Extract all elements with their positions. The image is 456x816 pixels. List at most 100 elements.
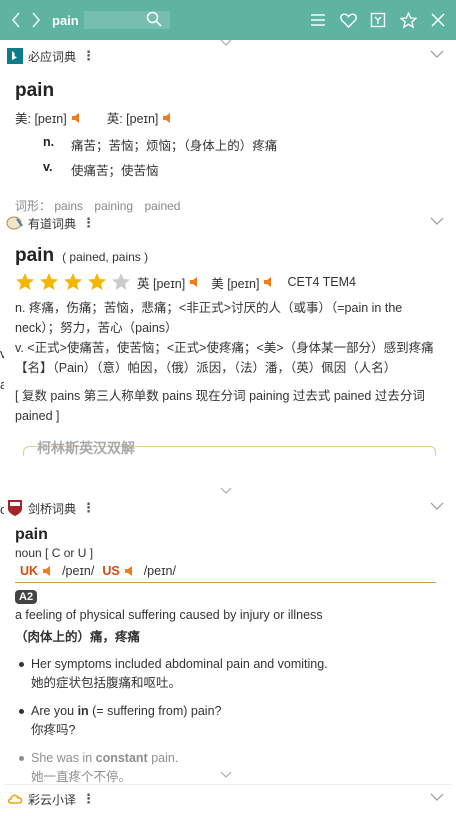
cambridge-headword: pain xyxy=(15,526,48,543)
example-keyword: constant xyxy=(95,751,148,765)
pin-button[interactable] xyxy=(398,10,418,30)
caiyun-menu-button[interactable]: ⋮ xyxy=(82,791,95,807)
caiyun-translate-section: 彩云小译 ⋮ xyxy=(4,784,452,816)
verb-definition: v. <正式>使痛苦，使苦恼；<正式>使疼痛；<美>（身体某一部分）感到疼痛 xyxy=(15,341,434,355)
inflection-forms: [ 复数 pains 第三人称单数 pains 现在分词 paining 过去式… xyxy=(15,389,425,423)
example-item: Her symptoms included abdominal pain and… xyxy=(15,655,436,693)
menu-icon xyxy=(311,14,325,26)
example-text: She was in xyxy=(31,751,96,765)
example-text: (= suffering from) pain? xyxy=(88,704,222,718)
chevron-down-icon[interactable] xyxy=(430,792,444,802)
back-icon xyxy=(11,12,20,28)
youdao-dictionary-section: 有道词典 ⋮ pain ( pained, pains ) 英 [peɪn] 美… xyxy=(4,213,452,503)
cambridge-phonetics: UK /peɪn/ US /peɪn/ xyxy=(15,564,436,583)
bing-headword: pain xyxy=(15,80,55,101)
chevron-down-icon[interactable] xyxy=(430,49,444,59)
bing-logo-icon xyxy=(6,47,24,65)
bing-header: 必应词典 ⋮ xyxy=(4,46,452,66)
forms-label: 词形： xyxy=(15,199,52,213)
uk-phonetic: 英: [peɪn] xyxy=(106,112,159,126)
cefr-level-badge: A2 xyxy=(15,590,38,604)
bing-phonetics: 美: [peɪn] 英: [peɪn] xyxy=(15,108,452,127)
close-icon xyxy=(431,13,445,27)
star-filled-icon xyxy=(88,273,106,290)
caiyun-logo-icon xyxy=(6,790,24,808)
speaker-icon[interactable] xyxy=(162,112,176,124)
collins-tab[interactable]: 柯林斯英汉双解 xyxy=(37,438,135,458)
form-link[interactable]: paining xyxy=(94,199,133,213)
book-icon xyxy=(370,12,386,28)
star-empty-icon xyxy=(112,273,130,290)
youdao-headword: pain xyxy=(15,245,55,266)
example-text: pain. xyxy=(147,751,179,765)
forward-icon xyxy=(32,12,41,28)
speaker-icon[interactable] xyxy=(263,276,277,288)
uk-label: UK xyxy=(20,564,39,578)
results-panel[interactable]: a o v 必应词典 ⋮ pain 美: [peɪn] 英: [peɪn] n.… xyxy=(0,40,456,816)
wordbook-button[interactable] xyxy=(368,10,388,30)
uk-phonetic: /peɪn/ xyxy=(62,564,95,578)
cambridge-definition: a feeling of physical suffering caused b… xyxy=(15,608,323,622)
star-filled-icon xyxy=(16,273,34,290)
back-button[interactable] xyxy=(6,0,26,40)
heart-icon xyxy=(339,13,357,28)
youdao-phonetics: 英 [peɪn] 美 [peɪn] CET4 TEM4 xyxy=(15,272,438,292)
youdao-menu-button[interactable]: ⋮ xyxy=(82,215,95,231)
us-phonetic: /peɪn/ xyxy=(143,564,176,578)
example-translation: 她的症状包括腹痛和呕吐。 xyxy=(31,676,182,690)
star-filled-icon xyxy=(40,273,58,290)
example-text: Are you xyxy=(31,704,78,718)
close-button[interactable] xyxy=(428,10,448,30)
word-forms: 词形： pains paining pained xyxy=(15,197,452,214)
noun-definition: n. 疼痛，伤痛；苦恼，悲痛；<非正式>讨厌的人（或事）（=pain in th… xyxy=(15,301,403,335)
uk-phonetic: 英 [peɪn] xyxy=(137,276,186,291)
menu-button[interactable] xyxy=(308,10,328,30)
bing-menu-button[interactable]: ⋮ xyxy=(82,48,95,64)
bing-dictionary-section: 必应词典 ⋮ pain 美: [peɪn] 英: [peɪn] n. 痛苦；苦恼… xyxy=(4,46,452,213)
chevron-down-icon[interactable] xyxy=(430,501,444,511)
star-filled-icon xyxy=(64,273,82,290)
cambridge-dictionary-section: 剑桥词典 ⋮ pain noun [ C or U ] UK /peɪn/ US… xyxy=(4,498,452,783)
cambridge-translation: （肉体上的）痛，疼痛 xyxy=(15,630,141,644)
speaker-icon[interactable] xyxy=(42,565,56,577)
forward-button[interactable] xyxy=(26,0,46,40)
cambridge-title: 剑桥词典 xyxy=(28,501,77,516)
speaker-icon[interactable] xyxy=(189,276,203,288)
collins-tab-row: 柯林斯英汉双解 xyxy=(15,438,438,456)
cambridge-menu-button[interactable]: ⋮ xyxy=(82,500,95,516)
top-toolbar: pain xyxy=(0,0,456,40)
part-of-speech: n. xyxy=(43,135,55,149)
caiyun-header: 彩云小译 ⋮ xyxy=(4,789,452,809)
search-input[interactable]: pain xyxy=(52,13,79,28)
definition-row: n. 痛苦；苦恼；烦恼；（身体上的）疼痛 xyxy=(43,135,452,154)
form-link[interactable]: pains xyxy=(54,199,83,213)
youdao-logo-icon xyxy=(6,214,24,232)
part-of-speech: v. xyxy=(43,160,53,174)
us-phonetic: 美: [peɪn] xyxy=(15,112,67,126)
speaker-icon[interactable] xyxy=(124,565,138,577)
us-label: US xyxy=(102,564,120,578)
youdao-title: 有道词典 xyxy=(28,216,77,231)
example-translation: 你疼吗? xyxy=(31,723,76,737)
definition-text: 痛苦；苦恼；烦恼；（身体上的）疼痛 xyxy=(71,139,278,153)
examples-list: Her symptoms included abdominal pain and… xyxy=(15,655,436,783)
search-button[interactable] xyxy=(146,11,164,29)
example-item: Are you in (= suffering from) pain? 你疼吗? xyxy=(15,702,436,740)
us-phonetic: 美 [peɪn] xyxy=(211,276,260,291)
name-entry: 【名】（Pain）（意）帕因，（俄）派因，（法）潘，（英）佩因（人名） xyxy=(15,361,397,375)
star-rating xyxy=(15,272,131,292)
youdao-header: 有道词典 ⋮ xyxy=(4,213,452,233)
chevron-down-icon[interactable] xyxy=(218,770,234,780)
chevron-down-icon[interactable] xyxy=(218,486,234,496)
speaker-icon[interactable] xyxy=(71,112,85,124)
bing-title: 必应词典 xyxy=(28,49,77,64)
cambridge-pos: noun [ C or U ] xyxy=(15,546,94,560)
chevron-down-icon[interactable] xyxy=(430,216,444,226)
cambridge-logo-icon xyxy=(6,499,24,517)
exam-tags: CET4 TEM4 xyxy=(287,275,357,289)
definition-row: v. 使痛苦；使苦恼 xyxy=(43,160,452,179)
example-text: Her symptoms included abdominal pain and… xyxy=(31,657,328,671)
cambridge-header: 剑桥词典 ⋮ xyxy=(4,498,452,518)
form-link[interactable]: pained xyxy=(144,199,180,213)
favorite-button[interactable] xyxy=(338,10,358,30)
